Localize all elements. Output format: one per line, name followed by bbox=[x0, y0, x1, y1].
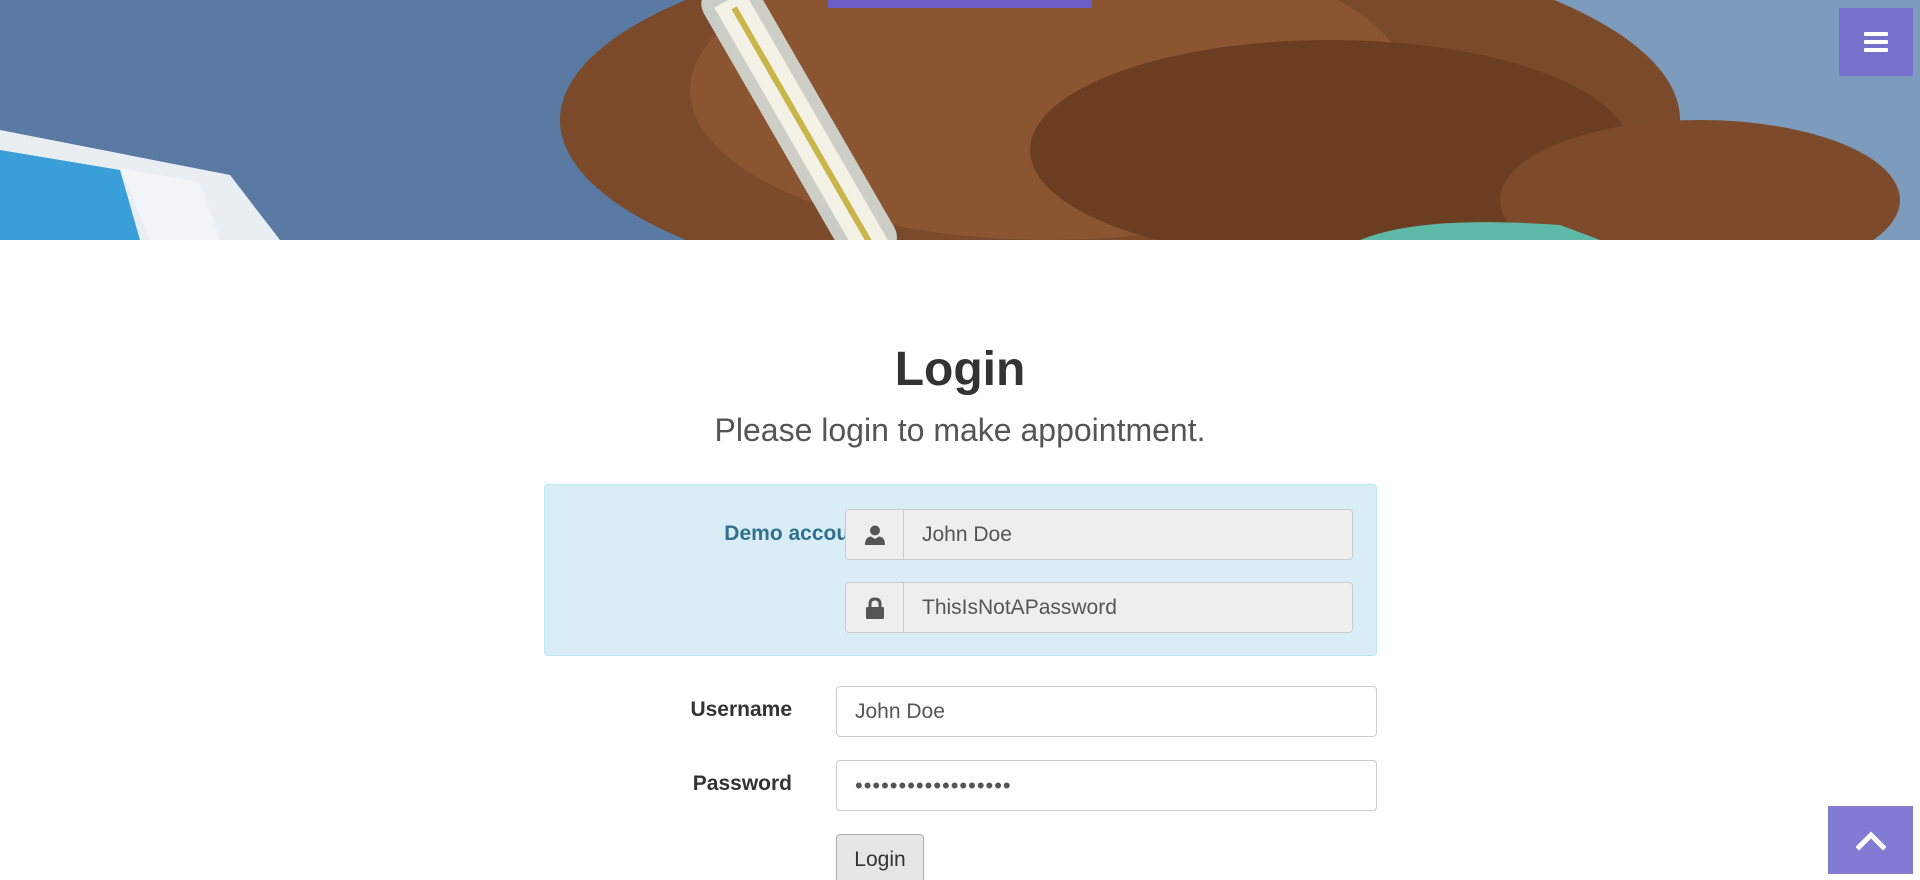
demo-password-group bbox=[845, 582, 1353, 633]
page-subtitle: Please login to make appointment. bbox=[714, 412, 1206, 448]
scroll-to-top-button[interactable] bbox=[1828, 806, 1913, 874]
lock-icon bbox=[846, 583, 904, 632]
username-label: Username bbox=[690, 698, 792, 721]
user-icon bbox=[846, 510, 904, 559]
bars-icon bbox=[1864, 32, 1888, 52]
header-banner bbox=[0, 0, 1920, 240]
chevron-up-icon bbox=[1855, 831, 1886, 851]
username-input[interactable] bbox=[836, 686, 1377, 737]
login-section: Login Please login to make appointment. … bbox=[0, 240, 1920, 880]
demo-username-field[interactable] bbox=[904, 510, 1352, 559]
demo-username-group bbox=[845, 509, 1353, 560]
demo-account-label: Demo account bbox=[724, 522, 869, 545]
demo-account-panel: Demo account bbox=[544, 484, 1377, 656]
banner-photo bbox=[0, 0, 1920, 240]
password-label: Password bbox=[692, 772, 792, 795]
demo-password-field[interactable] bbox=[904, 583, 1352, 632]
page-title: Login bbox=[894, 343, 1026, 396]
menu-toggle-button[interactable] bbox=[1839, 8, 1913, 76]
password-input[interactable] bbox=[836, 760, 1377, 811]
banner-accent-tab bbox=[828, 0, 1092, 8]
login-button[interactable]: Login bbox=[836, 834, 924, 880]
